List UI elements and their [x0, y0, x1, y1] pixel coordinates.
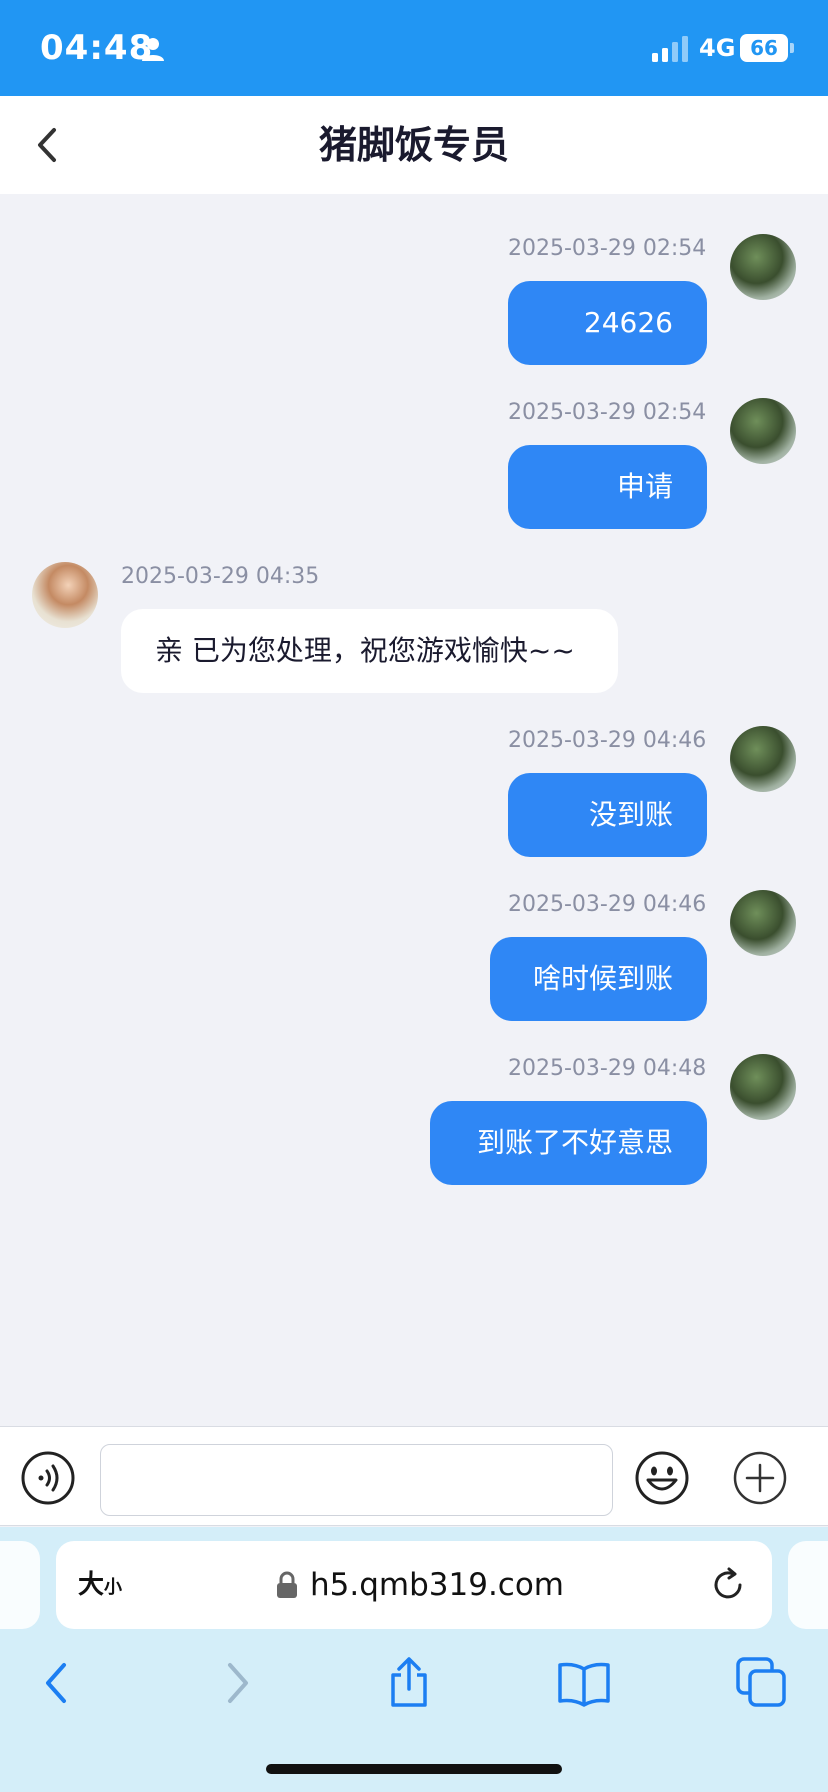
input-bar [0, 1426, 828, 1526]
message-timestamp: 2025-03-29 04:46 [508, 728, 707, 753]
lock-icon [277, 1571, 297, 1598]
agent-message-bubble: 亲 已为您处理，祝您游戏愉快~~ [121, 609, 618, 693]
my-message-bubble: 24626 [508, 281, 707, 365]
next-tab-card[interactable] [788, 1541, 828, 1629]
status-time: 04:48 [40, 28, 154, 68]
status-bar: 04:48 4G 66 [0, 0, 828, 96]
reload-icon[interactable] [710, 1567, 746, 1603]
page-title: 猪脚饭专员 [318, 123, 509, 167]
voice-icon[interactable] [20, 1450, 76, 1506]
message-timestamp: 2025-03-29 02:54 [508, 400, 707, 425]
bookmarks-icon[interactable] [556, 1655, 612, 1711]
emoji-icon[interactable] [634, 1450, 690, 1506]
forward-icon[interactable] [208, 1655, 264, 1711]
share-icon[interactable] [381, 1655, 437, 1711]
battery-tip [790, 43, 794, 53]
my-message-bubble: 没到账 [508, 773, 707, 857]
message-timestamp: 2025-03-29 02:54 [508, 236, 707, 261]
my-avatar [730, 234, 796, 300]
previous-tab-card[interactable] [0, 1541, 40, 1629]
my-message-bubble: 申请 [508, 445, 707, 529]
battery-icon: 66 [740, 34, 788, 62]
agent-avatar [32, 562, 98, 628]
message-timestamp: 2025-03-29 04:48 [508, 1056, 707, 1081]
back-button[interactable] [20, 118, 74, 172]
message-input[interactable] [100, 1444, 613, 1516]
person-icon [142, 38, 164, 61]
my-avatar [730, 398, 796, 464]
back-icon[interactable] [30, 1655, 86, 1711]
network-label: 4G [699, 34, 736, 62]
message-timestamp: 2025-03-29 04:46 [508, 892, 707, 917]
signal-icon [652, 36, 688, 62]
browser-chrome: 大小 h5.qmb319.com [0, 1527, 828, 1792]
my-message-bubble: 到账了不好意思 [430, 1101, 707, 1185]
message-timestamp: 2025-03-29 04:35 [121, 564, 320, 589]
my-avatar [730, 726, 796, 792]
my-message-bubble: 啥时候到账 [490, 937, 707, 1021]
chat-header: 猪脚饭专员 [0, 96, 828, 194]
text-size-button[interactable]: 大小 [78, 1541, 122, 1629]
url-text: h5.qmb319.com [310, 1567, 565, 1603]
home-indicator [266, 1764, 562, 1774]
tabs-icon[interactable] [734, 1655, 790, 1711]
plus-icon[interactable] [732, 1450, 788, 1506]
address-bar[interactable]: 大小 h5.qmb319.com [56, 1541, 772, 1629]
my-avatar [730, 890, 796, 956]
my-avatar [730, 1054, 796, 1120]
